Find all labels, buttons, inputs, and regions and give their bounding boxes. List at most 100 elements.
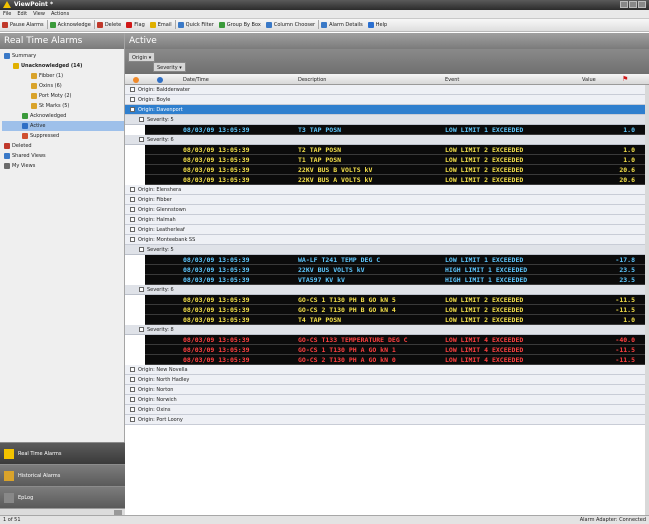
expand-toggle-icon[interactable]: [130, 217, 135, 222]
group-chip-severity[interactable]: Severity ▾: [153, 62, 186, 72]
origin-group-row[interactable]: Origin: Oxins: [125, 405, 645, 415]
severity-group-row[interactable]: Severity: 6: [125, 135, 645, 145]
tree-item-summary[interactable]: Summary: [2, 51, 124, 61]
column-description[interactable]: Description: [298, 77, 326, 83]
origin-group-row[interactable]: Origin: Fibber: [125, 195, 645, 205]
alarm-row[interactable]: 08/03/09 13:05:39 T3 TAP POSN LOW LIMIT 1 …: [145, 125, 645, 135]
close-button[interactable]: [638, 1, 646, 8]
expand-toggle-icon[interactable]: [130, 417, 135, 422]
origin-group-row[interactable]: Origin: Norwich: [125, 395, 645, 405]
column-datetime[interactable]: Date/Time: [183, 77, 209, 83]
menu-actions[interactable]: Actions: [48, 10, 72, 18]
origin-group-row[interactable]: Origin: Monteebank SS: [125, 235, 645, 245]
severity-group-row[interactable]: Severity: 6: [125, 285, 645, 295]
expand-toggle-icon[interactable]: [130, 197, 135, 202]
severity-group-row[interactable]: Severity: 5: [125, 245, 645, 255]
toolbar: Pause Alarms Acknowledge Delete Flag Email Qu…: [0, 19, 649, 32]
alarm-details-button[interactable]: Alarm Details: [319, 19, 366, 32]
alarm-datetime: 08/03/09 13:05:39: [183, 176, 250, 184]
vertical-scrollbar[interactable]: [645, 85, 649, 515]
alarm-row[interactable]: 08/03/09 13:05:39 WA-LF T241 TEMP DEG C LO…: [145, 255, 645, 265]
tree-item-port-moty-2[interactable]: Port Moty (2): [2, 91, 124, 101]
acknowledge-button[interactable]: Acknowledge: [48, 19, 94, 32]
column-event[interactable]: Event: [445, 77, 459, 83]
expand-toggle-icon[interactable]: [130, 397, 135, 402]
expand-toggle-icon[interactable]: [130, 107, 135, 112]
tree-item-active[interactable]: Active: [2, 121, 124, 131]
alarm-row[interactable]: 08/03/09 13:05:39 T1 TAP POSN LOW LIMIT 2 …: [145, 155, 645, 165]
menu-view[interactable]: View: [30, 10, 48, 18]
origin-group-row[interactable]: Origin: Baldderwater: [125, 85, 645, 95]
alarm-row[interactable]: 08/03/09 13:05:39 T4 TAP POSN LOW LIMIT 2 …: [145, 315, 645, 325]
origin-group-row[interactable]: Origin: Norton: [125, 385, 645, 395]
alarm-row[interactable]: 08/03/09 13:05:39 22KV BUS VOLTS kV HIGH L…: [145, 265, 645, 275]
group-chip-origin[interactable]: Origin ▾: [128, 52, 156, 62]
quick-filter-button[interactable]: Quick Filter: [176, 19, 217, 32]
tree-item-acknowledged[interactable]: Acknowledged: [2, 111, 124, 121]
origin-group-row[interactable]: Origin: Davenport: [125, 105, 645, 115]
group-label: Origin: Port Loony: [138, 417, 183, 423]
expand-toggle-icon[interactable]: [139, 327, 144, 332]
alarm-row[interactable]: 08/03/09 13:05:39 VTA597 KV kV HIGH LIMIT …: [145, 275, 645, 285]
origin-group-row[interactable]: Origin: Leatherleaf: [125, 225, 645, 235]
expand-toggle-icon[interactable]: [130, 87, 135, 92]
pause-alarms-button[interactable]: Pause Alarms: [0, 19, 47, 32]
menu-file[interactable]: File: [0, 10, 14, 18]
severity-group-row[interactable]: Severity: 8: [125, 325, 645, 335]
tree-item-unacknowledged-14[interactable]: Unacknowledged (14): [2, 61, 124, 71]
origin-group-row[interactable]: Origin: Boyle: [125, 95, 645, 105]
tree-item-fibber-1[interactable]: Fibber (1): [2, 71, 124, 81]
help-button[interactable]: Help: [366, 19, 390, 32]
origin-group-row[interactable]: Origin: New Novella: [125, 365, 645, 375]
severity-group-row[interactable]: Severity: 5: [125, 115, 645, 125]
expand-toggle-icon[interactable]: [130, 377, 135, 382]
column-chooser-button[interactable]: Column Chooser: [264, 19, 318, 32]
minimize-button[interactable]: [620, 1, 628, 8]
expand-toggle-icon[interactable]: [130, 97, 135, 102]
origin-group-row[interactable]: Origin: North Hadley: [125, 375, 645, 385]
toolbar-label: Group By Box: [226, 22, 261, 28]
tree-item-deleted[interactable]: Deleted: [2, 141, 124, 151]
toolbar-label: Quick Filter: [185, 22, 214, 28]
alarm-row[interactable]: 08/03/09 13:05:39 GO-CS 1 T130 PH B GO kN…: [145, 295, 645, 305]
expand-toggle-icon[interactable]: [139, 117, 144, 122]
column-value[interactable]: Value: [582, 77, 596, 83]
expand-toggle-icon[interactable]: [130, 407, 135, 412]
expand-toggle-icon[interactable]: [139, 287, 144, 292]
expand-toggle-icon[interactable]: [130, 207, 135, 212]
delete-button[interactable]: Delete: [95, 19, 124, 32]
tree-item-my-views[interactable]: My Views: [2, 161, 124, 171]
expand-toggle-icon[interactable]: [130, 367, 135, 372]
tree-item-st-marks-5[interactable]: St Marks (5): [2, 101, 124, 111]
star-icon: [22, 122, 28, 129]
alarm-row[interactable]: 08/03/09 13:05:39 GO-CS T133 TEMPERATURE …: [145, 335, 645, 345]
alarm-row[interactable]: 08/03/09 13:05:39 GO-CS 1 T130 PH A GO kN…: [145, 345, 645, 355]
expand-toggle-icon[interactable]: [139, 247, 144, 252]
flag-button[interactable]: Flag: [124, 19, 148, 32]
expand-toggle-icon[interactable]: [130, 227, 135, 232]
alarm-event: LOW LIMIT 2 EXCEEDED: [445, 146, 524, 154]
tree-item-shared-views[interactable]: Shared Views: [2, 151, 124, 161]
email-button[interactable]: Email: [148, 19, 175, 32]
expand-toggle-icon[interactable]: [130, 187, 135, 192]
tree-item-suppressed[interactable]: Suppressed: [2, 131, 124, 141]
menu-edit[interactable]: Edit: [14, 10, 30, 18]
origin-group-row[interactable]: Origin: Elenshera: [125, 185, 645, 195]
alarm-row[interactable]: 08/03/09 13:05:39 T2 TAP POSN LOW LIMIT 2 …: [145, 145, 645, 155]
alarm-row[interactable]: 08/03/09 13:05:39 GO-CS 2 T130 PH A GO kN…: [145, 355, 645, 365]
expand-toggle-icon[interactable]: [139, 137, 144, 142]
alarm-row[interactable]: 08/03/09 13:05:39 GO-CS 2 T130 PH B GO kN…: [145, 305, 645, 315]
nav-historical-alarms[interactable]: Historical Alarms: [0, 464, 125, 486]
origin-group-row[interactable]: Origin: Halmah: [125, 215, 645, 225]
nav-eplog[interactable]: EpLog: [0, 486, 125, 508]
alarm-row[interactable]: 08/03/09 13:05:39 22KV BUS A VOLTS kV LOW …: [145, 175, 645, 185]
alarm-row[interactable]: 08/03/09 13:05:39 22KV BUS B VOLTS kV LOW …: [145, 165, 645, 175]
tree-item-oxins-6[interactable]: Oxins (6): [2, 81, 124, 91]
nav-real-time-alarms[interactable]: Real Time Alarms: [0, 442, 125, 464]
maximize-button[interactable]: [629, 1, 637, 8]
origin-group-row[interactable]: Origin: Port Loony: [125, 415, 645, 425]
expand-toggle-icon[interactable]: [130, 237, 135, 242]
origin-group-row[interactable]: Origin: Glennstown: [125, 205, 645, 215]
expand-toggle-icon[interactable]: [130, 387, 135, 392]
group-by-box-button[interactable]: Group By Box: [217, 19, 264, 32]
